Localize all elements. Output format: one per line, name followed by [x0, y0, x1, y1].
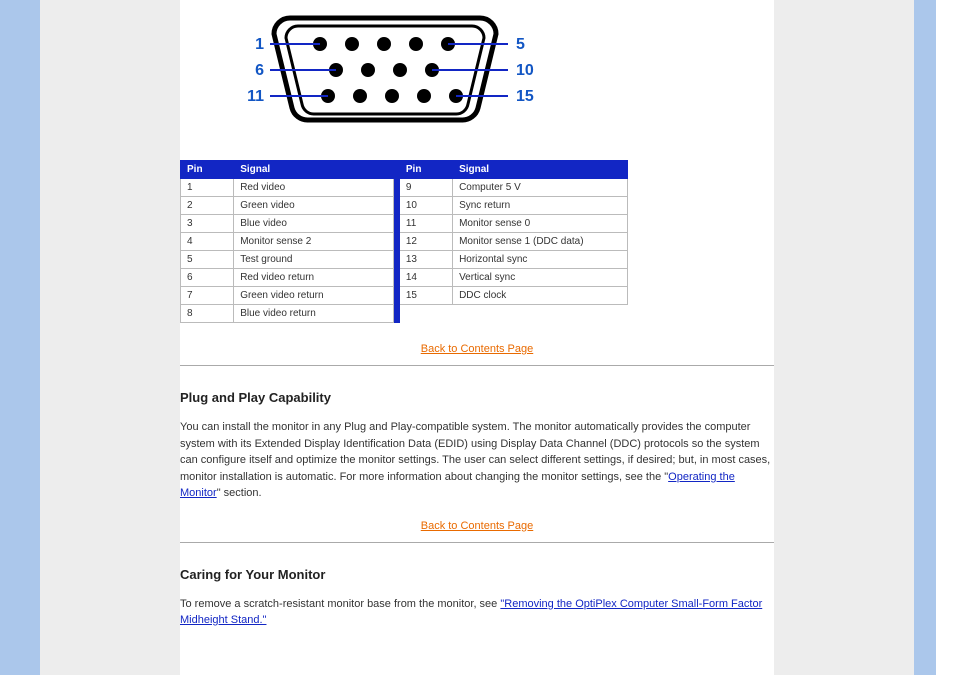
table-row: 3 Blue video 11 Monitor sense 0 — [181, 215, 628, 233]
document-paper: 1 6 11 5 10 15 Pin Signal Pin Signal — [40, 0, 914, 675]
col-pin: Pin — [181, 161, 234, 179]
col-signal2: Signal — [453, 161, 628, 179]
pin-label-5: 5 — [516, 36, 525, 53]
pin-assignment-table-wrap: Pin Signal Pin Signal 1 Red video 9 Comp… — [180, 160, 774, 323]
scrollbar-gutter[interactable] — [936, 0, 954, 675]
plug-and-play-paragraph: You can install the monitor in any Plug … — [180, 419, 774, 502]
page: 1 6 11 5 10 15 Pin Signal Pin Signal — [0, 0, 954, 675]
back-to-contents: Back to Contents Page — [180, 343, 774, 355]
table-row: 2 Green video 10 Sync return — [181, 197, 628, 215]
table-header-row: Pin Signal Pin Signal — [181, 161, 628, 179]
divider — [180, 365, 774, 366]
pin-label-1: 1 — [255, 36, 264, 53]
caring-paragraph: To remove a scratch-resistant monitor ba… — [180, 596, 774, 629]
back-to-contents-link[interactable]: Back to Contents Page — [421, 520, 534, 532]
table-row: 6 Red video return 14 Vertical sync — [181, 269, 628, 287]
right-margin — [774, 0, 914, 675]
table-row: 4 Monitor sense 2 12 Monitor sense 1 (DD… — [181, 233, 628, 251]
content-column: 1 6 11 5 10 15 Pin Signal Pin Signal — [180, 0, 774, 675]
back-to-contents: Back to Contents Page — [180, 520, 774, 532]
back-to-contents-link[interactable]: Back to Contents Page — [421, 343, 534, 355]
table-row: 7 Green video return 15 DDC clock — [181, 287, 628, 305]
left-margin — [40, 0, 180, 675]
section-title-caring: Caring for Your Monitor — [180, 567, 774, 582]
vga-connector-icon: 1 6 11 5 10 15 — [240, 10, 560, 130]
col-signal: Signal — [234, 161, 394, 179]
table-row: 1 Red video 9 Computer 5 V — [181, 179, 628, 197]
connector-diagram: 1 6 11 5 10 15 — [240, 10, 500, 130]
col-pin2: Pin — [399, 161, 452, 179]
pin-label-11: 11 — [247, 88, 264, 105]
pin-assignment-table: Pin Signal Pin Signal 1 Red video 9 Comp… — [180, 160, 628, 323]
section-title-plug-and-play: Plug and Play Capability — [180, 390, 774, 405]
table-row: 5 Test ground 13 Horizontal sync — [181, 251, 628, 269]
pin-label-6: 6 — [255, 62, 264, 79]
pin-label-15: 15 — [516, 88, 534, 105]
divider — [180, 542, 774, 543]
pin-label-10: 10 — [516, 62, 534, 79]
table-row: 8 Blue video return — [181, 305, 628, 323]
